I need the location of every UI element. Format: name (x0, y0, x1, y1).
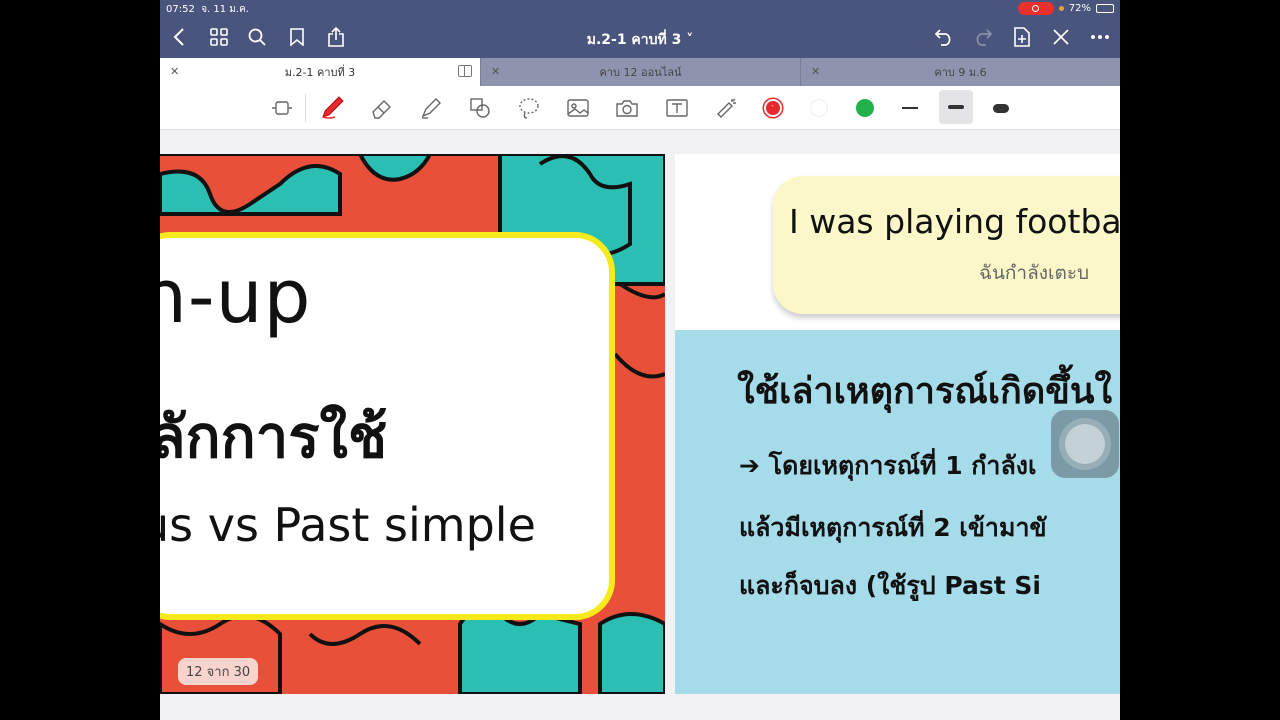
status-date: จ. 11 ม.ค. (201, 4, 249, 15)
tab-label: ม.2-1 คาบที่ 3 (284, 66, 356, 79)
undo-icon[interactable] (933, 26, 955, 48)
add-page-icon[interactable] (1011, 26, 1033, 48)
close-tab-icon[interactable]: ✕ (170, 65, 179, 78)
shapes-icon[interactable] (466, 94, 494, 122)
read-mode-icon[interactable] (268, 94, 296, 122)
slide-page-12[interactable]: n-up ลักการใช้ us vs Past simple 12 จาก … (160, 154, 665, 694)
warm-up-title: n-up (160, 254, 312, 340)
usage-line-3: และก็จบลง (ใช้รูป Past Si (739, 571, 1041, 600)
tab-label: คาบ 9 ม.6 (934, 66, 987, 79)
laser-pointer-icon[interactable] (713, 94, 741, 122)
color-white[interactable] (810, 99, 828, 117)
annotation-toolbar: ˅ (160, 86, 1120, 130)
tab-active[interactable]: ✕ ม.2-1 คาบที่ 3 (160, 58, 480, 86)
more-icon[interactable] (1089, 26, 1111, 48)
chevron-down-icon: ˅ (771, 105, 774, 112)
status-indicators: 72% (1017, 2, 1114, 15)
tense-comparison-text: us vs Past simple (160, 498, 536, 552)
status-time: 07:52 จ. 11 ม.ค. (166, 2, 249, 17)
battery-icon (1096, 4, 1114, 13)
assistive-touch-icon (1065, 424, 1105, 464)
close-tab-icon[interactable]: ✕ (811, 65, 820, 78)
camera-icon[interactable] (613, 94, 641, 122)
mic-indicator-icon (1058, 6, 1064, 11)
eraser-icon[interactable] (368, 94, 396, 122)
tab-bar: ✕ ม.2-1 คาบที่ 3 ✕ คาบ 12 ออนไลน์ ✕ คาบ … (160, 58, 1120, 86)
lasso-icon[interactable] (515, 94, 543, 122)
tools-off-icon[interactable] (1050, 26, 1072, 48)
pen-icon[interactable] (318, 94, 346, 122)
assistive-touch-button[interactable] (1051, 410, 1119, 478)
split-view-icon[interactable] (458, 65, 472, 77)
color-green[interactable] (856, 99, 874, 117)
tab-label: คาบ 12 ออนไลน์ (599, 66, 682, 79)
screen-recording-icon (1017, 2, 1054, 15)
stroke-thick[interactable] (987, 94, 1015, 122)
usage-line-2: แล้วมีเหตุการณ์ที่ 2 เข้ามาขั (739, 513, 1047, 542)
slide-lower-section: ใช้เล่าเหตุการณ์เกิดขึ้นใ ➔ โดยเหตุการณ์… (675, 330, 1120, 694)
highlighter-icon[interactable] (417, 94, 445, 122)
page-indicator: 12 จาก 30 (178, 658, 259, 685)
navigation-bar: 07:52 จ. 11 ม.ค. 72% ม.2-1 คาบที่ 3 ˅ (160, 0, 1120, 58)
ipad-screen: 07:52 จ. 11 ม.ค. 72% ม.2-1 คาบที่ 3 ˅ ✕ … (160, 0, 1120, 720)
color-red[interactable]: ˅ (764, 99, 782, 117)
image-icon[interactable] (564, 94, 592, 122)
tab-3[interactable]: ✕ คาบ 9 ม.6 (800, 58, 1120, 86)
slide-upper-section: I was playing footba ฉันกำลังเตะบ (675, 154, 1120, 330)
stroke-thin[interactable] (896, 94, 924, 122)
battery-percent: 72% (1068, 3, 1091, 14)
redo-icon[interactable] (972, 26, 994, 48)
document-canvas[interactable]: n-up ลักการใช้ us vs Past simple 12 จาก … (160, 130, 1120, 720)
example-sentence-english: I was playing footba (789, 202, 1120, 241)
text-box-icon[interactable] (663, 94, 691, 122)
stroke-medium[interactable] (939, 90, 973, 124)
clock: 07:52 (166, 4, 195, 15)
principle-heading: ลักการใช้ (160, 403, 388, 471)
usage-heading: ใช้เล่าเหตุการณ์เกิดขึ้นใ (737, 371, 1113, 412)
example-box: I was playing footba ฉันกำลังเตะบ (773, 176, 1120, 314)
example-sentence-thai: ฉันกำลังเตะบ (979, 262, 1090, 284)
usage-line-1: ➔ โดยเหตุการณ์ที่ 1 กำลังเ (739, 451, 1037, 480)
close-tab-icon[interactable]: ✕ (491, 65, 500, 78)
tab-2[interactable]: ✕ คาบ 12 ออนไลน์ (480, 58, 800, 86)
